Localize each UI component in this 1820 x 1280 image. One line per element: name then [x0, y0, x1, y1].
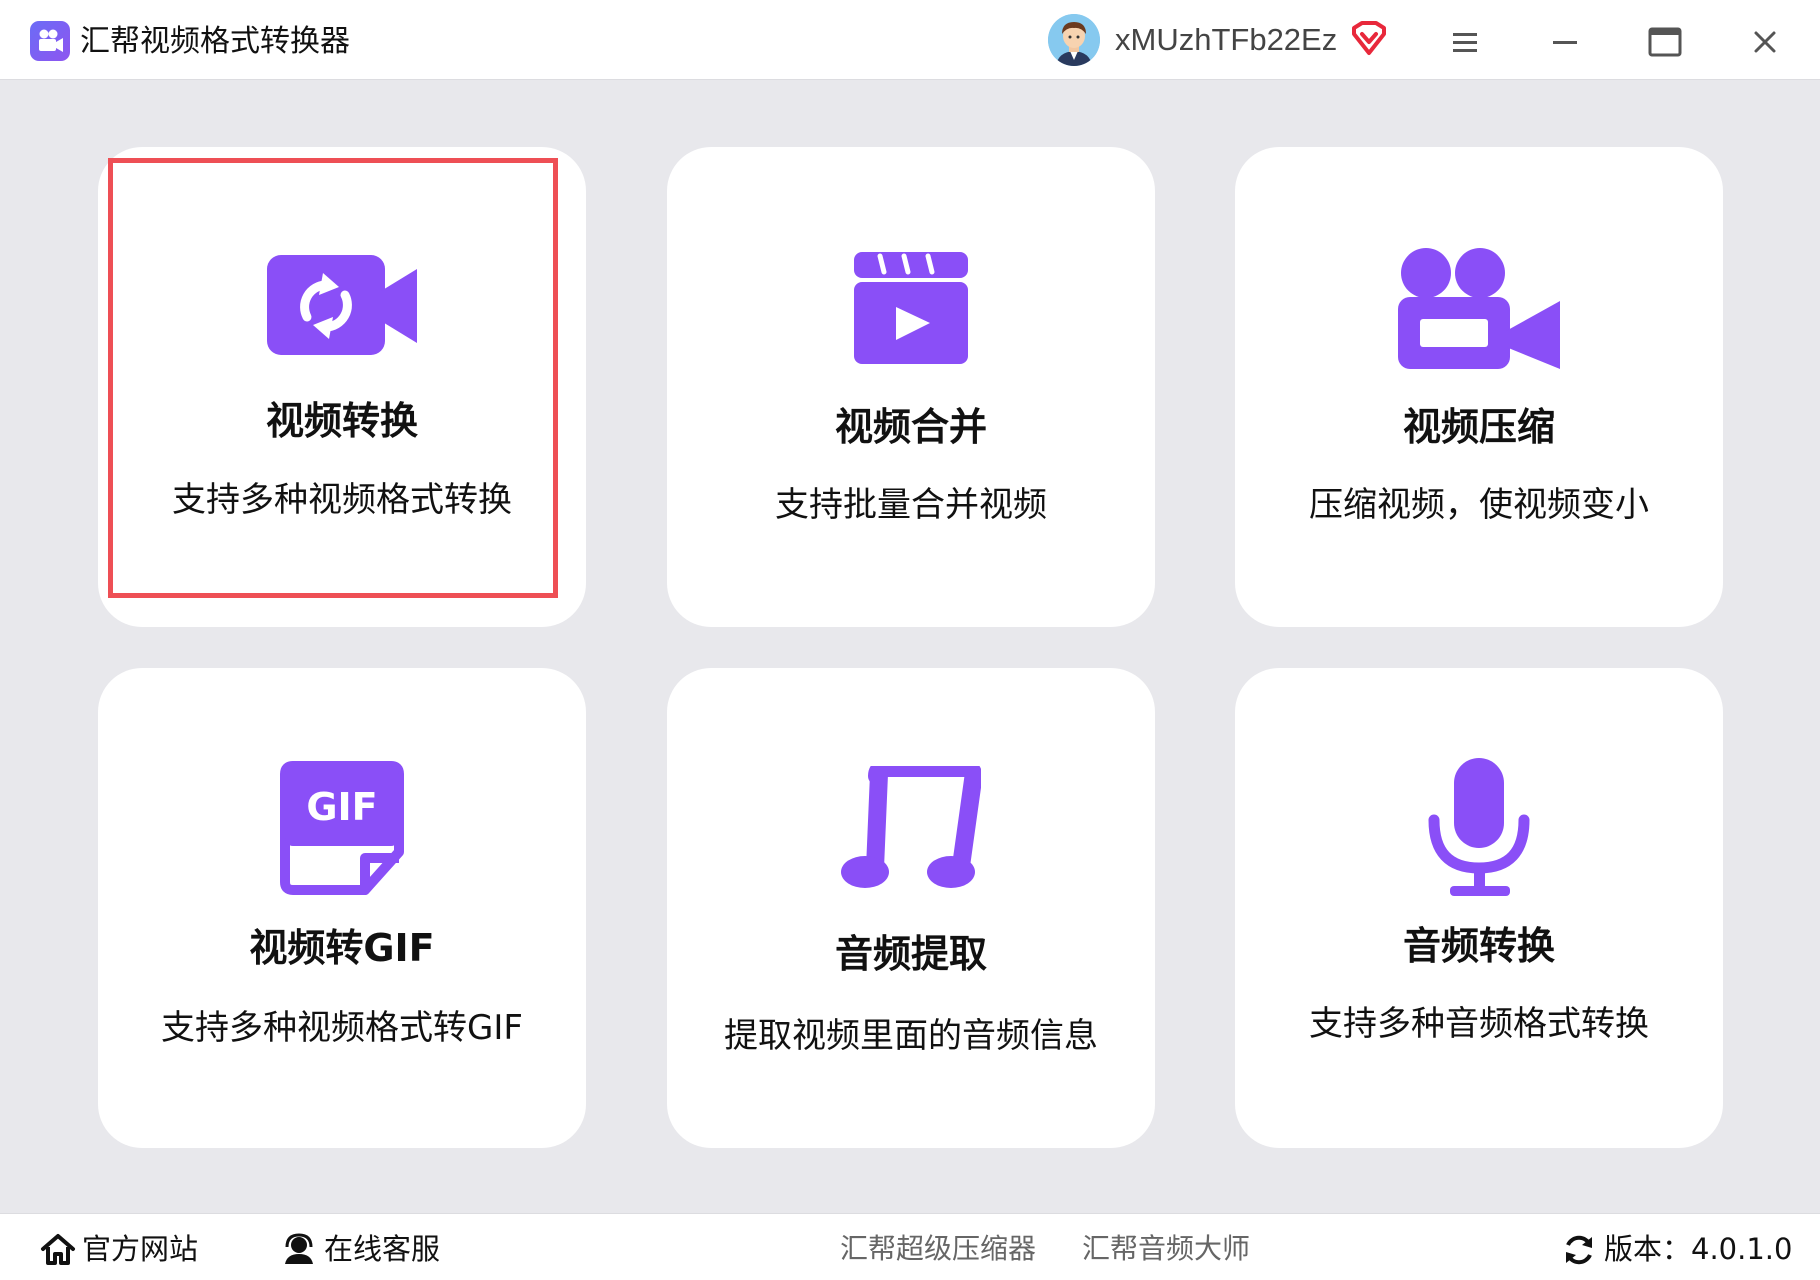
card-video-merge[interactable]: 视频合并 支持批量合并视频	[667, 147, 1155, 627]
card-title: 视频转GIF	[249, 926, 435, 970]
refresh-icon	[1566, 1235, 1592, 1265]
card-description: 支持多种视频格式转GIF	[161, 1008, 523, 1048]
audio-master-link[interactable]: 汇帮音频大师	[1082, 1229, 1250, 1269]
card-description: 支持批量合并视频	[775, 485, 1047, 525]
username[interactable]: xMUzhTFb22Ez	[1115, 20, 1337, 60]
official-website-link[interactable]: 官方网站	[40, 1229, 230, 1269]
svg-text:GIF: GIF	[306, 785, 377, 829]
version-info[interactable]: 版本：4.0.1.0	[1562, 1229, 1802, 1269]
card-title: 视频转换	[265, 399, 418, 443]
card-audio-convert[interactable]: 音频转换 支持多种音频格式转换	[1235, 668, 1723, 1148]
online-support-label: 在线客服	[324, 1232, 441, 1266]
card-title: 视频合并	[834, 405, 987, 449]
close-icon[interactable]	[1745, 22, 1785, 62]
customer-service-icon	[285, 1233, 313, 1264]
card-title: 音频转换	[1402, 924, 1555, 968]
minimize-icon[interactable]	[1545, 22, 1585, 62]
version-label: 版本：4.0.1.0	[1604, 1232, 1793, 1266]
title-bar: 汇帮视频格式转换器 xMUzhTFb22Ez	[0, 0, 1820, 80]
card-title: 音频提取	[834, 932, 987, 976]
microphone-icon	[1428, 758, 1530, 896]
maximize-icon[interactable]	[1645, 22, 1685, 62]
video-camera-icon	[1398, 248, 1560, 369]
card-description: 提取视频里面的音频信息	[724, 1016, 1098, 1056]
app-title: 汇帮视频格式转换器	[80, 24, 350, 59]
menu-icon[interactable]	[1445, 22, 1485, 62]
card-description: 压缩视频，使视频变小	[1309, 485, 1649, 525]
card-description: 支持多种视频格式转换	[172, 480, 512, 520]
official-website-label: 官方网站	[82, 1232, 199, 1266]
music-note-icon	[841, 766, 981, 888]
app-logo-icon	[30, 21, 70, 61]
clapperboard-icon	[854, 252, 968, 364]
video-convert-icon	[267, 255, 417, 355]
card-title: 视频压缩	[1402, 405, 1555, 449]
status-bar: 官方网站 在线客服 汇帮超级压缩器 汇帮音频大师 版本：4.0.1.0	[0, 1213, 1820, 1280]
home-icon	[41, 1234, 75, 1265]
gif-file-icon: GIF	[280, 761, 404, 895]
user-avatar[interactable]	[1048, 14, 1100, 66]
card-video-convert[interactable]: 视频转换 支持多种视频格式转换	[98, 147, 586, 627]
super-compressor-link[interactable]: 汇帮超级压缩器	[840, 1229, 1036, 1269]
vip-diamond-icon[interactable]	[1350, 20, 1388, 60]
card-video-compress[interactable]: 视频压缩 压缩视频，使视频变小	[1235, 147, 1723, 627]
card-audio-extract[interactable]: 音频提取 提取视频里面的音频信息	[667, 668, 1155, 1148]
card-video-to-gif[interactable]: GIF 视频转GIF 支持多种视频格式转GIF	[98, 668, 586, 1148]
card-description: 支持多种音频格式转换	[1309, 1004, 1649, 1044]
online-support-link[interactable]: 在线客服	[282, 1229, 472, 1269]
